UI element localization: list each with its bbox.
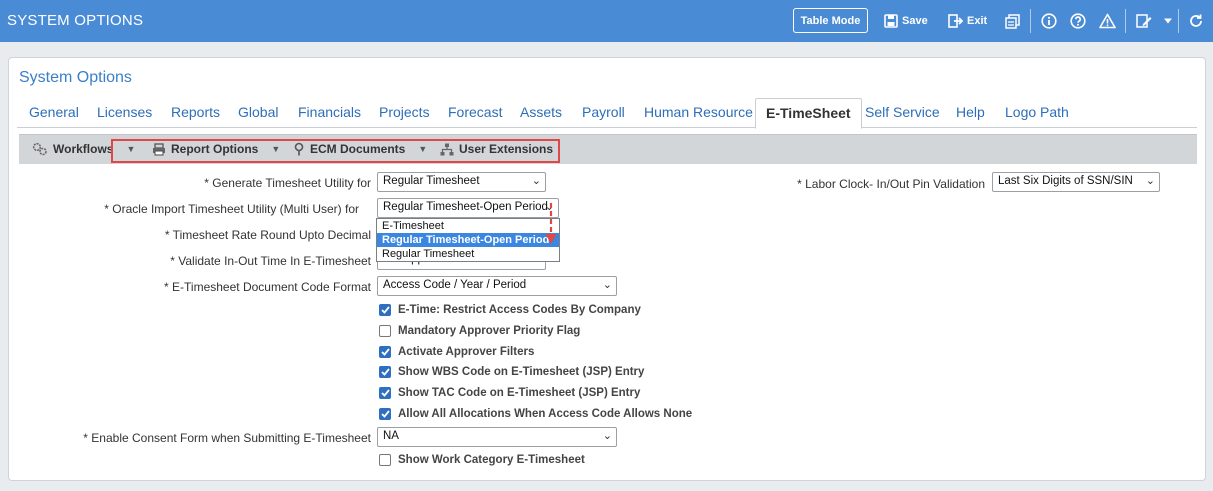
generate-timesheet-select[interactable]: Regular Timesheet ⌄ xyxy=(377,172,546,192)
dropdown-option-e-timesheet[interactable]: E-Timesheet xyxy=(377,219,559,233)
arrow-annotation xyxy=(545,203,557,244)
checkbox-show-work-category[interactable]: Show Work Category E-Timesheet xyxy=(379,454,585,466)
copy-icon[interactable] xyxy=(1003,12,1021,30)
generate-timesheet-label: * Generate Timesheet Utility for xyxy=(204,176,371,190)
validate-in-out-label: * Validate In-Out Time In E-Timesheet xyxy=(170,254,371,268)
tab-e-timesheet[interactable]: E-TimeSheet xyxy=(755,98,862,129)
edit-icon[interactable] xyxy=(1135,12,1153,30)
tab-help[interactable]: Help xyxy=(956,104,985,120)
labor-clock-select[interactable]: Last Six Digits of SSN/SIN ⌄ xyxy=(992,172,1160,192)
dropdown-option-regular-timesheet[interactable]: Regular Timesheet xyxy=(377,247,559,261)
tab-logo-path[interactable]: Logo Path xyxy=(1005,104,1069,120)
checkbox-box[interactable] xyxy=(379,304,391,316)
checkbox-label: Show WBS Code on E-Timesheet (JSP) Entry xyxy=(398,366,645,378)
exit-label: Exit xyxy=(967,15,988,27)
refresh-icon[interactable] xyxy=(1187,12,1205,30)
consent-form-value: NA xyxy=(383,430,399,442)
tab-bar: General Licenses Reports Global Financia… xyxy=(17,98,1197,129)
exit-icon xyxy=(948,14,963,28)
title-bar: SYSTEM OPTIONS Table Mode Save Exit xyxy=(0,0,1213,42)
tab-forecast[interactable]: Forecast xyxy=(448,104,502,120)
tab-reports[interactable]: Reports xyxy=(171,104,220,120)
checkbox-label: Activate Approver Filters xyxy=(398,346,535,358)
document-code-format-label: * E-Timesheet Document Code Format xyxy=(164,280,371,294)
document-code-format-select[interactable]: Access Code / Year / Period ⌄ xyxy=(377,276,617,296)
tab-assets[interactable]: Assets xyxy=(520,104,562,120)
workflows-label: Workflows xyxy=(53,142,114,156)
oracle-import-select[interactable]: Regular Timesheet-Open Period ⌄ xyxy=(377,198,559,218)
exit-button[interactable]: Exit xyxy=(948,12,987,30)
window-title: SYSTEM OPTIONS xyxy=(7,12,144,29)
checkbox-box[interactable] xyxy=(379,346,391,358)
chevron-down-icon: ⌄ xyxy=(602,279,612,291)
checkbox-label: Show Work Category E-Timesheet xyxy=(398,454,585,466)
oracle-import-value: Regular Timesheet-Open Period xyxy=(383,201,548,213)
checkbox-label: Allow All Allocations When Access Code A… xyxy=(398,408,693,420)
panel-title: System Options xyxy=(19,69,132,86)
oracle-import-label: * Oracle Import Timesheet Utility (Multi… xyxy=(104,202,359,216)
tab-human-resource[interactable]: Human Resource xyxy=(644,104,753,120)
checkbox-box[interactable] xyxy=(379,408,391,420)
labor-clock-label: * Labor Clock- In/Out Pin Validation xyxy=(797,177,985,191)
consent-form-label: * Enable Consent Form when Submitting E-… xyxy=(83,431,371,445)
tab-projects[interactable]: Projects xyxy=(379,104,430,120)
gears-icon xyxy=(32,142,47,156)
checkbox-show-wbs-code[interactable]: Show WBS Code on E-Timesheet (JSP) Entry xyxy=(379,366,644,378)
tab-global[interactable]: Global xyxy=(238,104,278,120)
save-label: Save xyxy=(902,15,928,27)
chevron-down-icon: ⌄ xyxy=(602,430,612,442)
checkbox-allow-all-allocations[interactable]: Allow All Allocations When Access Code A… xyxy=(379,408,692,420)
oracle-import-dropdown-list: E-Timesheet Regular Timesheet-Open Perio… xyxy=(376,218,560,262)
generate-timesheet-value: Regular Timesheet xyxy=(383,175,480,187)
checkbox-approver-filters[interactable]: Activate Approver Filters xyxy=(379,346,534,358)
system-options-panel: System Options General Licenses Reports … xyxy=(8,57,1206,481)
chevron-down-icon: ⌄ xyxy=(1145,175,1155,187)
checkbox-mandatory-approver[interactable]: Mandatory Approver Priority Flag xyxy=(379,325,580,337)
chevron-down-icon: ⌄ xyxy=(531,175,541,187)
save-icon xyxy=(884,14,898,28)
document-code-format-value: Access Code / Year / Period xyxy=(383,279,527,291)
checkbox-restrict-access-codes[interactable]: E-Time: Restrict Access Codes By Company xyxy=(379,304,641,316)
tab-payroll[interactable]: Payroll xyxy=(582,104,625,120)
warning-icon[interactable] xyxy=(1098,12,1116,30)
tab-licenses[interactable]: Licenses xyxy=(97,104,152,120)
dropdown-option-regular-open-period[interactable]: Regular Timesheet-Open Period xyxy=(377,233,559,247)
checkbox-box[interactable] xyxy=(379,387,391,399)
info-icon[interactable] xyxy=(1040,12,1058,30)
consent-form-select[interactable]: NA ⌄ xyxy=(377,427,617,447)
checkbox-label: E-Time: Restrict Access Codes By Company xyxy=(398,304,641,316)
tab-financials[interactable]: Financials xyxy=(298,104,361,120)
highlight-annotation xyxy=(111,139,560,163)
chevron-down-icon[interactable] xyxy=(1159,12,1177,30)
checkbox-box[interactable] xyxy=(379,366,391,378)
checkbox-box[interactable] xyxy=(379,325,391,337)
checkbox-label: Mandatory Approver Priority Flag xyxy=(398,325,581,337)
save-button[interactable]: Save xyxy=(884,12,928,30)
table-mode-button[interactable]: Table Mode xyxy=(793,8,868,33)
labor-clock-value: Last Six Digits of SSN/SIN xyxy=(998,175,1133,187)
help-icon[interactable] xyxy=(1069,12,1087,30)
tab-general[interactable]: General xyxy=(29,104,79,120)
checkbox-label: Show TAC Code on E-Timesheet (JSP) Entry xyxy=(398,387,641,399)
checkbox-box[interactable] xyxy=(379,454,391,466)
tab-self-service[interactable]: Self Service xyxy=(865,104,940,120)
checkbox-show-tac-code[interactable]: Show TAC Code on E-Timesheet (JSP) Entry xyxy=(379,387,640,399)
rate-round-label: * Timesheet Rate Round Upto Decimal xyxy=(164,228,371,242)
